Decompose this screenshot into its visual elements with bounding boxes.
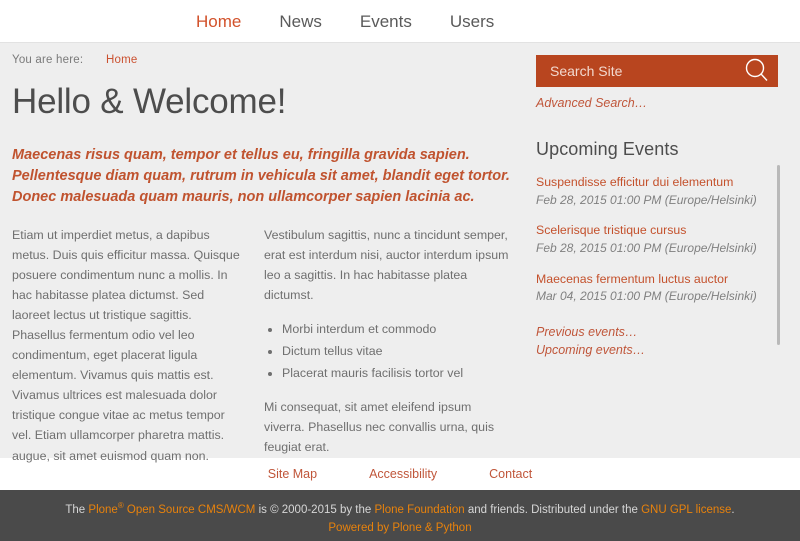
page-title: Hello & Welcome!: [12, 82, 287, 121]
upcoming-events-title: Upcoming Events: [536, 139, 679, 159]
event-title-link[interactable]: Scelerisque tristique cursus: [536, 222, 778, 239]
plone-link[interactable]: Plone® Open Source CMS/WCM: [88, 501, 256, 516]
powered-by-line: Powered by Plone & Python: [0, 519, 800, 537]
previous-events-link[interactable]: Previous events…: [536, 323, 778, 341]
body-paragraph: Vestibulum sagittis, nunc a tincidunt se…: [264, 227, 509, 302]
page-scrollbar[interactable]: [777, 165, 780, 345]
main-column: You are here: Home Hello & Welcome! Maec…: [0, 43, 530, 463]
event-item: Suspendisse efficitur dui elementum Feb …: [536, 174, 778, 208]
event-item: Scelerisque tristique cursus Feb 28, 201…: [536, 222, 778, 256]
plone-link-tail: Open Source CMS/WCM: [123, 503, 256, 516]
breadcrumb-item-home[interactable]: Home: [106, 54, 137, 66]
search-icon[interactable]: [742, 56, 772, 86]
main-navigation: Home News Events Users: [0, 0, 800, 42]
plone-foundation-link[interactable]: Plone Foundation: [374, 504, 464, 516]
page-description: Maecenas risus quam, tempor et tellus eu…: [12, 146, 510, 205]
event-date: Feb 28, 2015 01:00 PM (Europe/Helsinki): [536, 192, 757, 207]
nav-item-home[interactable]: Home: [196, 13, 241, 30]
breadcrumb-prefix: You are here:: [12, 54, 84, 66]
nav-item-news[interactable]: News: [279, 13, 322, 30]
advanced-search-link[interactable]: Advanced Search…: [536, 96, 647, 110]
breadcrumb: You are here: Home: [12, 43, 516, 66]
body-paragraph: Etiam ut imperdiet metus, a dapibus metu…: [12, 227, 240, 463]
list-item: Morbi interdum et commodo: [282, 319, 510, 339]
sidebar-column: Search Site Advanced Search… Upcoming Ev…: [530, 43, 800, 458]
event-title-link[interactable]: Suspendisse efficitur dui elementum: [536, 174, 778, 191]
colophon-friends-text: and friends. Distributed under the: [464, 503, 642, 516]
colophon-copyright-text: is © 2000-2015 by the: [255, 503, 375, 516]
upcoming-events-link[interactable]: Upcoming events…: [536, 341, 778, 359]
colophon-period: .: [731, 503, 735, 516]
list-item: Dictum tellus vitae: [282, 341, 510, 361]
body-column-right: Vestibulum sagittis, nunc a tincidunt se…: [264, 225, 516, 480]
body-paragraph: Mi consequat, sit amet eleifend ipsum vi…: [264, 400, 495, 455]
colophon-text-the: The: [65, 503, 89, 516]
body-bullet-list: Morbi interdum et commodo Dictum tellus …: [264, 319, 510, 383]
list-item: Placerat mauris facilisis tortor vel: [282, 363, 510, 383]
event-date: Mar 04, 2015 01:00 PM (Europe/Helsinki): [536, 289, 757, 304]
body-column-left: Etiam ut imperdiet metus, a dapibus metu…: [12, 225, 264, 480]
event-title-link[interactable]: Maecenas fermentum luctus auctor: [536, 271, 778, 288]
search-placeholder: Search Site: [550, 63, 623, 79]
nav-item-events[interactable]: Events: [360, 13, 412, 30]
plone-link-label: Plone: [88, 503, 118, 516]
site-colophon: The Plone® Open Source CMS/WCM is © 2000…: [0, 490, 800, 541]
body-columns: Etiam ut imperdiet metus, a dapibus metu…: [12, 225, 516, 480]
event-date: Feb 28, 2015 01:00 PM (Europe/Helsinki): [536, 240, 757, 255]
content-region: You are here: Home Hello & Welcome! Maec…: [0, 42, 800, 463]
powered-by-link[interactable]: Powered by Plone & Python: [328, 522, 471, 534]
gnu-gpl-license-link[interactable]: GNU GPL license: [641, 504, 731, 516]
events-portlet-footer: Previous events… Upcoming events…: [536, 323, 778, 359]
nav-item-users[interactable]: Users: [450, 13, 494, 30]
event-item: Maecenas fermentum luctus auctor Mar 04,…: [536, 271, 778, 305]
search-input[interactable]: Search Site: [536, 55, 778, 87]
